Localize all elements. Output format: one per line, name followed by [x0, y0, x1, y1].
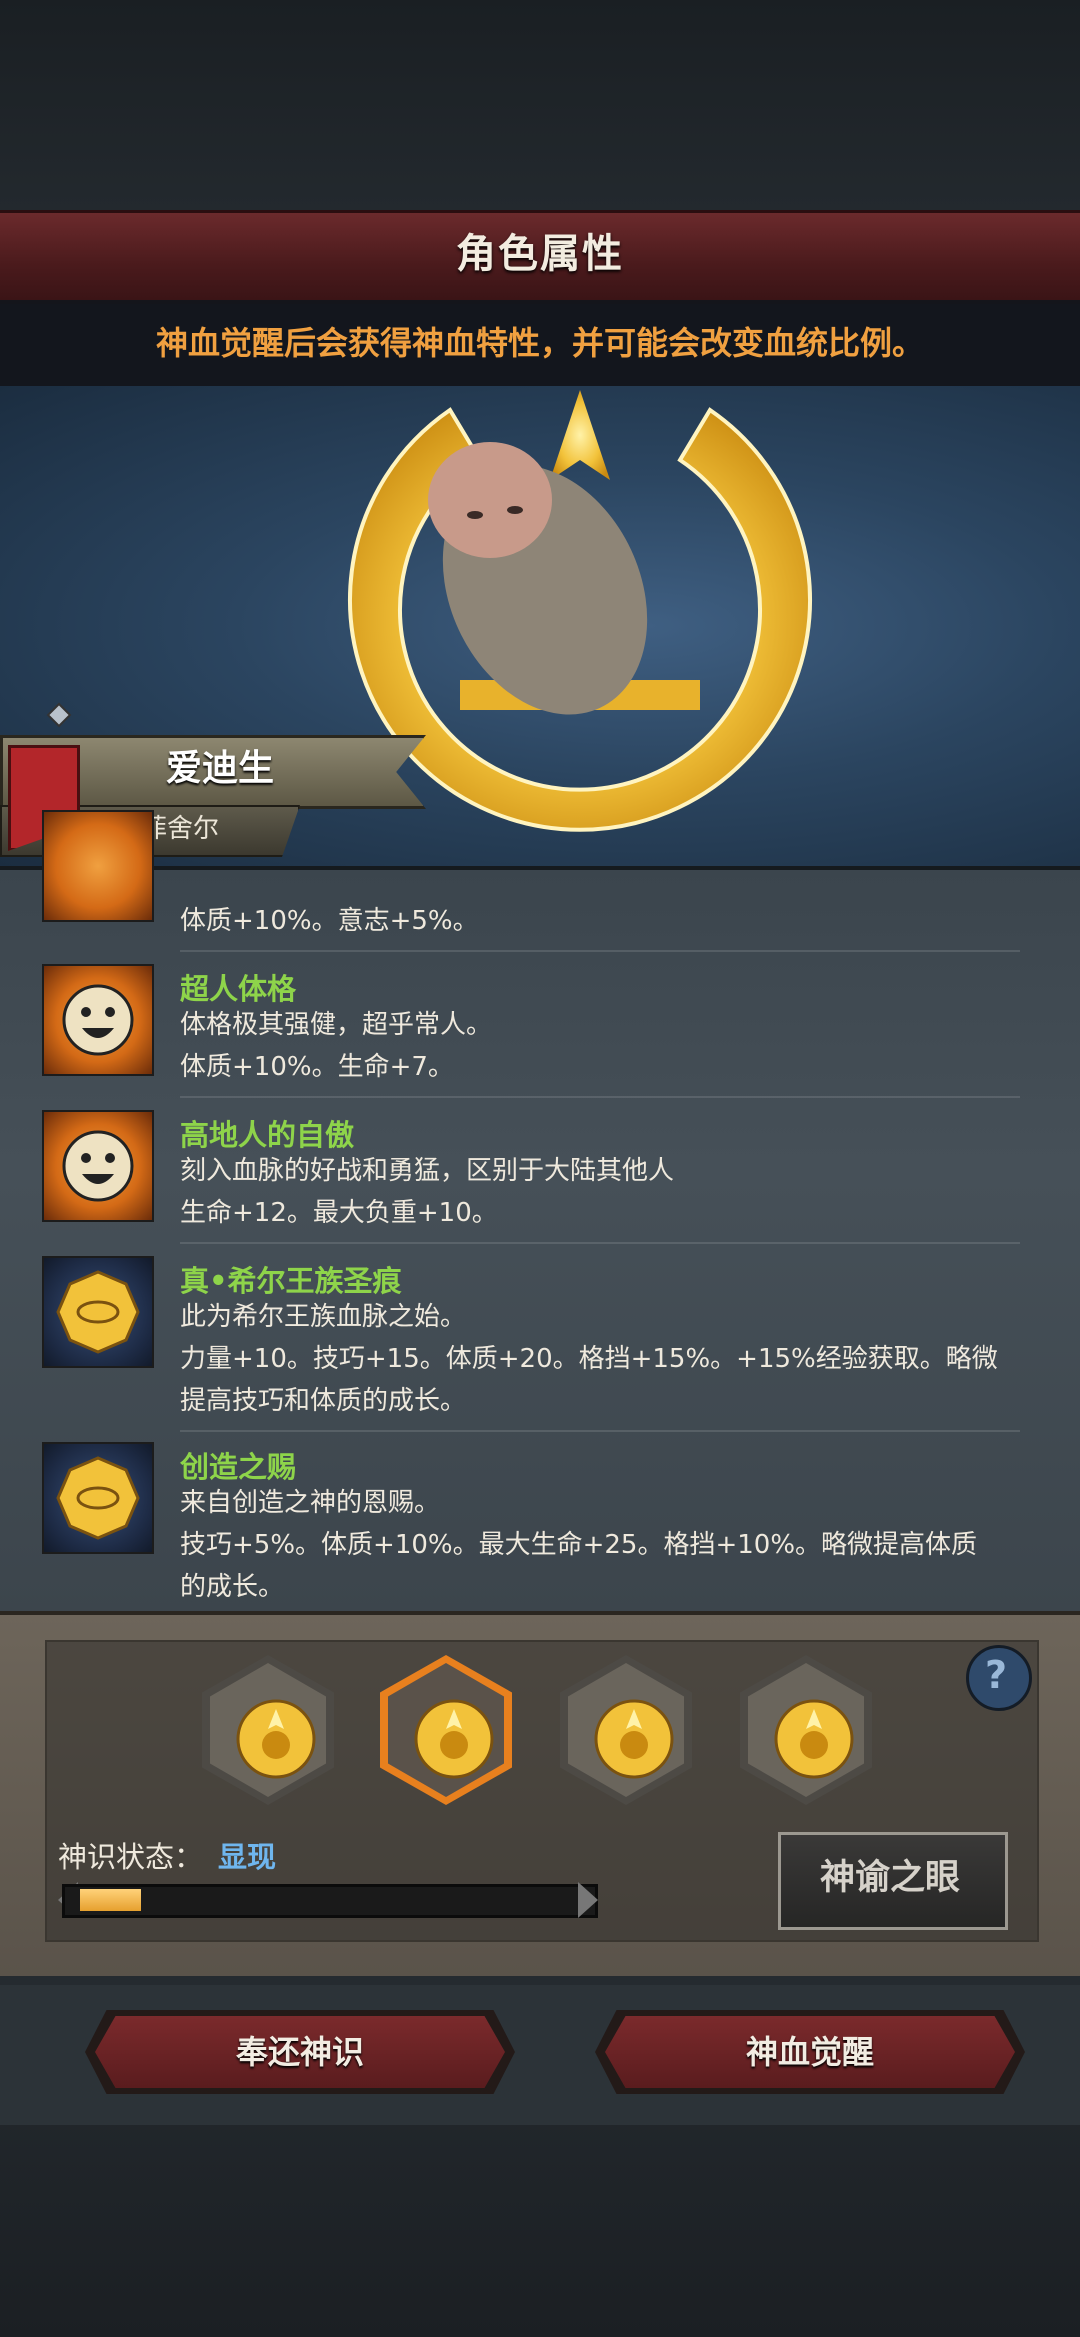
gold-sigil-icon: [42, 1256, 154, 1368]
smiley-face-icon: [42, 964, 154, 1076]
trait-name: 高地人的自傲: [180, 1118, 355, 1152]
return-divinity-button[interactable]: 奉还神识: [85, 2010, 515, 2094]
rank-icon: [46, 702, 72, 728]
divider: [180, 1430, 1020, 1432]
blood-awaken-button[interactable]: 神血觉醒: [595, 2010, 1025, 2094]
gold-sigil-icon: [42, 1442, 154, 1554]
return-divinity-label: 奉还神识: [235, 2033, 364, 2071]
trait-effect: 体质+10%。生命+7。: [180, 1052, 454, 1082]
divine-crest-icon: [236, 1699, 316, 1779]
trait-effect: 力量+10。技巧+15。体质+20。格挡+15%。+15%经验获取。略微: [180, 1344, 998, 1374]
page-title: 角色属性: [456, 231, 624, 277]
divine-progress-track: [62, 1884, 598, 1918]
divine-state-value: 显现: [218, 1840, 277, 1874]
trait-list[interactable]: 体质+10%。意志+5%。 超人体格 体格极其强健，超乎常人。 体质+10%。生…: [0, 810, 1080, 1615]
divine-crest-icon: [414, 1699, 494, 1779]
top-background: [0, 0, 1080, 210]
smiley-face-icon: [42, 1110, 154, 1222]
trait-effect: 技巧+5%。体质+10%。最大生命+25。格挡+10%。略微提高体质: [180, 1530, 978, 1560]
divider: [180, 1242, 1020, 1244]
trait-name: 真•希尔王族圣痕: [180, 1264, 402, 1298]
trait-effect: 的成长。: [180, 1572, 285, 1602]
trait-name: 创造之赐: [180, 1450, 297, 1484]
trait-effect: 体质+10%。意志+5%。: [180, 906, 479, 936]
oracle-eye-label[interactable]: 神谕之眼: [778, 1832, 1002, 1924]
divine-crest-icon: [594, 1699, 674, 1779]
smiley-face-icon: [42, 810, 154, 922]
trait-desc: 体格极其强健，超乎常人。: [180, 1010, 493, 1040]
trait-desc: 来自创造之神的恩赐。: [180, 1488, 441, 1518]
character-name: 爱迪生: [165, 748, 274, 789]
divine-progress-fill: [80, 1889, 141, 1911]
divine-crest-icon: [774, 1699, 854, 1779]
trait-desc: 此为希尔王族血脉之始。: [180, 1302, 467, 1332]
trait-name: 超人体格: [180, 972, 297, 1006]
question-icon[interactable]: ?: [966, 1645, 1026, 1705]
trait-effect: 生命+12。最大负重+10。: [180, 1198, 498, 1228]
divider: [180, 950, 1020, 952]
blood-awaken-label: 神血觉醒: [745, 2033, 874, 2071]
trait-effect: 提高技巧和体质的成长。: [180, 1386, 467, 1416]
divider: [180, 1096, 1020, 1098]
divine-state-label: 神识状态：: [58, 1840, 204, 1874]
trait-desc: 刻入血脉的好战和勇猛，区别于大陆其他人: [180, 1156, 675, 1186]
